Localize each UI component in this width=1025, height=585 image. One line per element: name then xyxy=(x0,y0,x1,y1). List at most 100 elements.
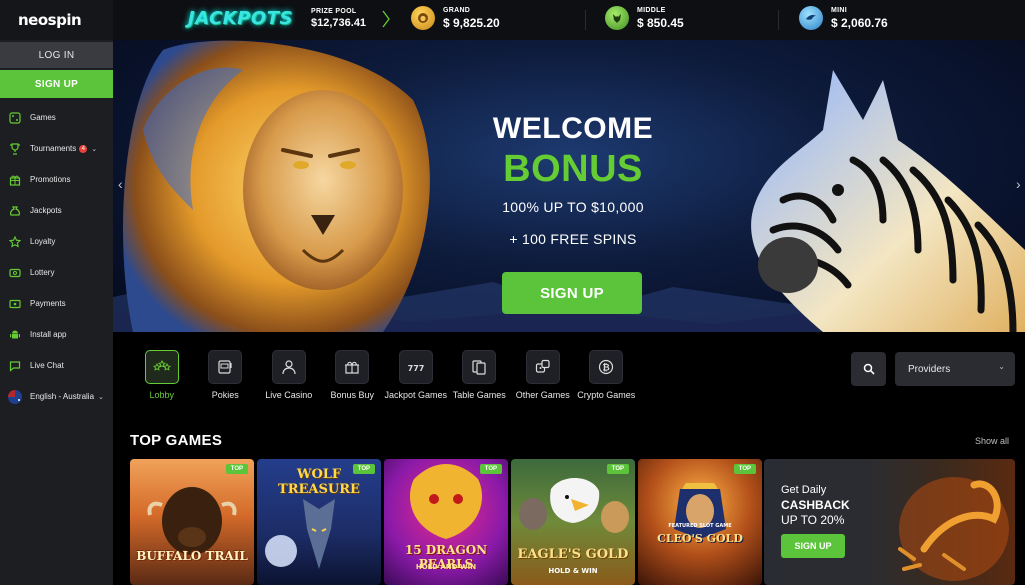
top-badge: TOP xyxy=(606,464,629,474)
mini-value: $ 2,060.76 xyxy=(831,15,888,30)
top-badge: TOP xyxy=(733,464,756,474)
australia-flag-icon xyxy=(8,389,22,404)
prize-pool: PRIZE POOL $12,736.41 xyxy=(311,8,366,29)
game-subtitle: FEATURED SLOT GAME xyxy=(668,523,732,529)
tab-crypto-games[interactable]: ₿ Crypto Games xyxy=(575,350,639,401)
tab-other-games[interactable]: Other Games xyxy=(511,350,575,401)
dice-icon xyxy=(525,350,560,384)
cleopatra-art xyxy=(674,483,726,539)
tab-label: Crypto Games xyxy=(577,390,636,400)
eagle-coin-icon xyxy=(799,6,823,30)
game-card[interactable]: TOP 15 DRAGON PEARLS HOLD AND WIN xyxy=(384,459,508,585)
hero-banner[interactable]: WELCOME BONUS 100% UP TO $10,000 + 100 F… xyxy=(113,40,1025,332)
tab-jackpot-games[interactable]: 777 Jackpot Games xyxy=(384,350,448,401)
sidebar-item-jackpots[interactable]: Jackpots xyxy=(0,195,113,226)
chevron-down-icon: ⌄ xyxy=(91,145,98,153)
sidebar-item-language[interactable]: English - Australia ⌄ xyxy=(0,381,113,412)
stars-icon xyxy=(144,350,179,384)
chevron-right-icon[interactable]: › xyxy=(1016,176,1021,192)
sidebar-item-label: English - Australia xyxy=(30,392,95,401)
tab-label: Live Casino xyxy=(265,390,313,400)
hero-bonus: BONUS xyxy=(503,148,643,190)
category-tabs: Lobby Pokies Live Casino Bonus Buy 777 J… xyxy=(130,350,638,401)
logo-text-part2: spin xyxy=(47,11,82,29)
sidebar: neo spin LOG IN SIGN UP Games Tournaments… xyxy=(0,0,113,585)
chevron-right-icon[interactable] xyxy=(381,9,391,29)
tab-label: Lobby xyxy=(149,390,175,400)
money-bag-icon xyxy=(8,204,22,218)
search-icon xyxy=(863,363,874,375)
jackpots-logo[interactable]: JACKPOTS xyxy=(188,8,293,29)
tab-live-casino[interactable]: Live Casino xyxy=(257,350,321,401)
show-all-link[interactable]: Show all xyxy=(975,436,1009,446)
buffalo-art xyxy=(147,487,237,555)
scorpion-art xyxy=(898,477,1009,581)
hero-free-spins: + 100 FREE SPINS xyxy=(509,231,637,247)
sidebar-item-label: Lottery xyxy=(30,268,55,277)
neospin-logo[interactable]: neo spin xyxy=(0,0,113,40)
sidebar-item-loyalty[interactable]: Loyalty xyxy=(0,226,113,257)
sidebar-item-label: Tournaments xyxy=(30,144,77,153)
tab-label: Other Games xyxy=(515,390,570,400)
game-title: WOLF TREASURE xyxy=(278,467,360,497)
hero-signup-button[interactable]: SIGN UP xyxy=(502,272,642,314)
game-card[interactable]: TOP EAGLE'S GOLD HOLD & WIN xyxy=(511,459,635,585)
sidebar-item-label: Loyalty xyxy=(30,237,56,246)
grand-value: $ 9,825.20 xyxy=(443,15,500,30)
ticket-icon xyxy=(8,266,22,280)
game-subtitle: HOLD & WIN xyxy=(548,567,598,575)
sidebar-item-label: Payments xyxy=(30,299,66,308)
sidebar-item-tournaments[interactable]: Tournaments 4 ⌄ xyxy=(0,133,113,164)
game-title: EAGLE'S GOLD xyxy=(517,547,629,562)
tab-bonus-buy[interactable]: Bonus Buy xyxy=(321,350,385,401)
game-card[interactable]: TOP WOLF TREASURE xyxy=(257,459,381,585)
zebra-illustration xyxy=(751,70,1025,332)
gift-icon xyxy=(8,173,22,187)
game-card[interactable]: TOP BUFFALO TRAIL xyxy=(130,459,254,585)
android-icon xyxy=(8,328,22,342)
prize-pool-label: PRIZE POOL xyxy=(311,8,357,15)
tab-lobby[interactable]: Lobby xyxy=(130,350,194,401)
gift-box-icon xyxy=(335,350,370,384)
logo-text-part1: neo xyxy=(18,11,48,29)
sidebar-signup-button[interactable]: SIGN UP xyxy=(0,70,113,98)
chevron-left-icon[interactable]: ‹ xyxy=(118,176,123,192)
sidebar-item-lottery[interactable]: Lottery xyxy=(0,257,113,288)
top-badge: TOP xyxy=(479,464,502,474)
search-button[interactable] xyxy=(851,352,886,386)
game-title: BUFFALO TRAIL xyxy=(136,549,248,563)
providers-label: Providers xyxy=(908,363,951,375)
hero-offer: 100% UP TO $10,000 xyxy=(502,199,644,215)
lion-coin-icon xyxy=(411,6,435,30)
top-games-title: TOP GAMES xyxy=(130,432,223,449)
sidebar-item-games[interactable]: Games xyxy=(0,102,113,133)
game-title: CLEO'S GOLD xyxy=(657,532,743,545)
game-card[interactable]: TOP FEATURED SLOT GAME CLEO'S GOLD xyxy=(638,459,762,585)
cashback-signup-button[interactable]: SIGN UP xyxy=(781,534,845,558)
chat-icon xyxy=(8,359,22,373)
cashback-line2: CASHBACK xyxy=(781,498,850,512)
cashback-line1: Get Daily xyxy=(781,484,827,496)
tab-table-games[interactable]: Table Games xyxy=(448,350,512,401)
slot-machine-icon xyxy=(208,350,243,384)
sidebar-item-promotions[interactable]: Promotions xyxy=(0,164,113,195)
jackpot-grand: GRAND $ 9,825.20 xyxy=(411,6,500,30)
login-button[interactable]: LOG IN xyxy=(0,42,113,68)
chevron-down-icon: ⌄ xyxy=(998,362,1005,371)
tab-pokies[interactable]: Pokies xyxy=(194,350,258,401)
tab-label: Pokies xyxy=(211,390,239,400)
bitcoin-icon: ₿ xyxy=(589,350,624,384)
dice-icon xyxy=(8,111,22,125)
providers-dropdown[interactable]: Providers ⌄ xyxy=(895,352,1015,386)
sidebar-item-label: Jackpots xyxy=(30,206,62,215)
divider xyxy=(778,10,779,30)
sidebar-item-live-chat[interactable]: Live Chat xyxy=(0,350,113,381)
trophy-icon xyxy=(8,142,22,156)
hero-copy: WELCOME BONUS 100% UP TO $10,000 + 100 F… xyxy=(453,112,693,247)
sidebar-item-install-app[interactable]: Install app xyxy=(0,319,113,350)
sidebar-item-label: Install app xyxy=(30,330,67,339)
jackpot-middle: MIDDLE $ 850.45 xyxy=(605,6,684,30)
sidebar-item-label: Promotions xyxy=(30,175,71,184)
cashback-promo[interactable]: Get Daily CASHBACK UP TO 20% SIGN UP xyxy=(764,459,1015,585)
sidebar-item-payments[interactable]: Payments xyxy=(0,288,113,319)
